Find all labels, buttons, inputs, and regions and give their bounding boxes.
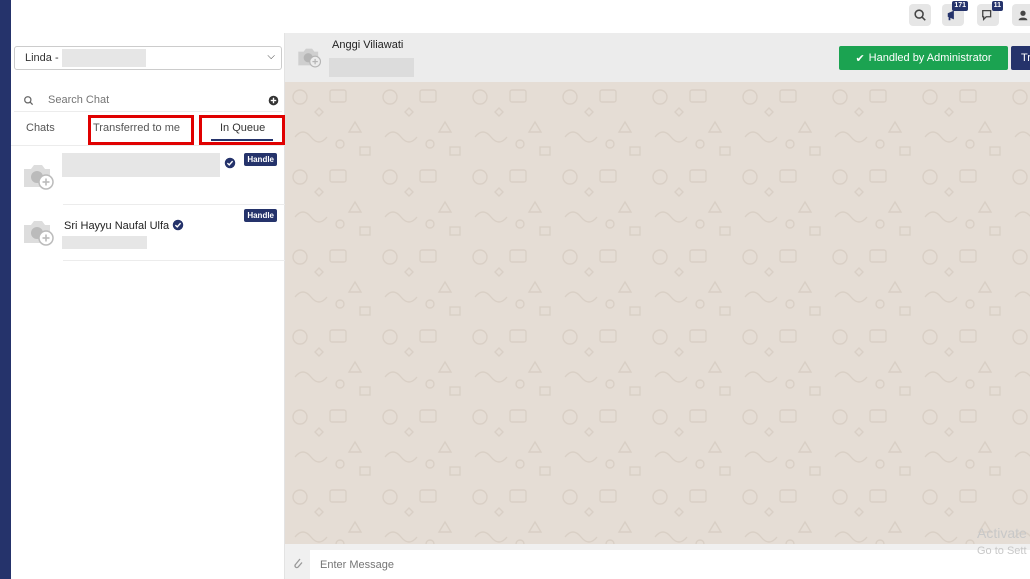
top-bar: 171 11 5: [11, 0, 1030, 33]
verified-check-icon: [172, 219, 184, 231]
conversation-header: Anggi Viliawati ✔ Handled by Administrat…: [285, 33, 1030, 82]
search-icon: [14, 95, 42, 106]
message-input[interactable]: [310, 550, 1030, 579]
chat-list-item[interactable]: Handle: [11, 149, 285, 205]
verified-check-icon: [224, 157, 236, 169]
handle-button[interactable]: Handle: [244, 153, 277, 166]
chat-contact-name: Sri Hayyu Naufal Ulfa: [64, 219, 184, 232]
search-bar: [14, 89, 282, 112]
chat-bubbles-badge: 11: [991, 1, 1003, 11]
redacted-block: [62, 236, 147, 249]
agent-select[interactable]: Linda - ⌵: [14, 46, 282, 70]
doodle-background-pattern: [285, 82, 1030, 544]
redacted-block: [61, 49, 146, 67]
transfer-button[interactable]: Tr: [1011, 46, 1030, 70]
message-list: [285, 82, 1030, 544]
redacted-block: [62, 153, 220, 177]
chevron-down-icon: ⌵: [267, 51, 275, 62]
chat-sidebar: Linda - ⌵ Chats Transferred to me In Que…: [11, 33, 285, 579]
tab-chats[interactable]: Chats: [26, 122, 55, 134]
contact-name-text: Sri Hayyu Naufal Ulfa: [64, 220, 170, 232]
camera-avatar-icon: [298, 48, 322, 68]
message-composer: [285, 544, 1030, 579]
conversation-panel: Anggi Viliawati ✔ Handled by Administrat…: [285, 33, 1030, 579]
megaphone-badge: 171: [952, 1, 968, 11]
contact-name: Anggi Viliawati: [332, 39, 404, 51]
chat-bubbles-icon[interactable]: 11: [977, 1, 1003, 26]
search-input[interactable]: [42, 94, 264, 106]
highlight-box-transferred: [88, 115, 194, 145]
megaphone-icon[interactable]: 171: [942, 1, 968, 26]
chat-list-item[interactable]: Sri Hayyu Naufal Ulfa Handle: [11, 205, 285, 261]
handled-by-button[interactable]: ✔ Handled by Administrator: [839, 46, 1008, 70]
handled-by-label: Handled by Administrator: [868, 52, 992, 64]
user-chat-icon[interactable]: 5: [1012, 4, 1030, 26]
watermark-line-2: Go to Sett: [977, 545, 1027, 557]
watermark-line-1: Activate: [977, 525, 1027, 541]
camera-avatar-icon: [24, 221, 54, 246]
paperclip-icon[interactable]: [292, 556, 304, 570]
agent-select-value: Linda -: [25, 52, 59, 64]
redacted-block: [329, 58, 414, 77]
left-nav-rail: [0, 0, 11, 579]
handle-button[interactable]: Handle: [244, 209, 277, 222]
chat-tabs: Chats Transferred to me In Queue: [11, 113, 285, 146]
plus-circle-icon[interactable]: [264, 95, 282, 106]
highlight-box-in-queue: [199, 115, 285, 145]
camera-avatar-icon: [24, 165, 54, 190]
activation-watermark: Activate Go to Sett: [977, 524, 1027, 560]
search-icon[interactable]: [909, 4, 931, 26]
check-icon: ✔: [855, 52, 865, 65]
